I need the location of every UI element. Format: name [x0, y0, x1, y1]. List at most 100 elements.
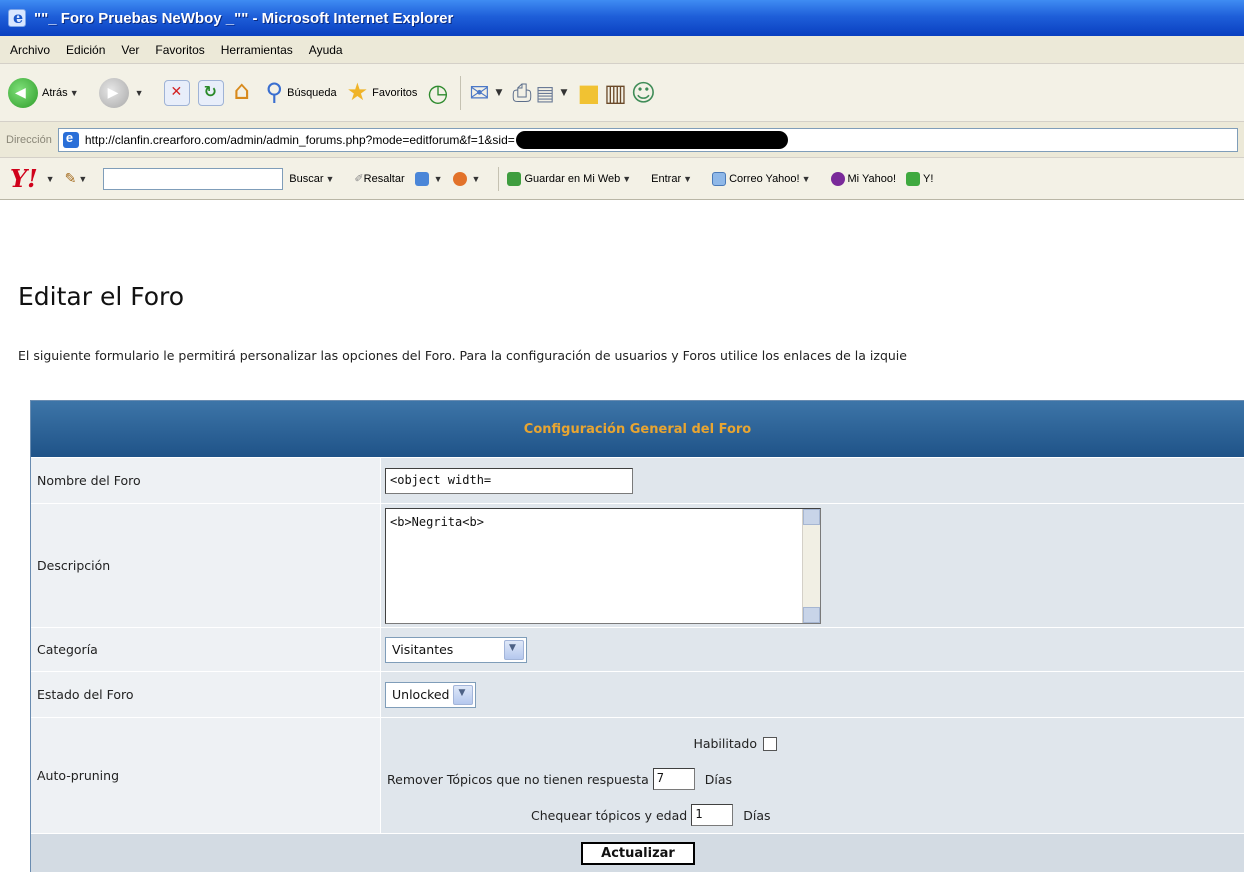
messenger-icon[interactable]: ☺ [631, 81, 656, 105]
pencil-dropdown-icon[interactable]: ▼ [78, 174, 87, 184]
mi-yahoo-label: Mi Yahoo! [847, 172, 897, 185]
yahoo-logo-icon[interactable]: Y! [10, 164, 38, 193]
scroll-down-icon[interactable] [803, 606, 820, 623]
guardar-label: Guardar en Mi Web [524, 172, 621, 185]
forum-name-label: Nombre del Foro [31, 458, 381, 503]
mail-envelope-icon [712, 171, 727, 186]
correo-dropdown-icon[interactable]: ▼ [802, 174, 811, 184]
search-label: Búsqueda [287, 86, 337, 99]
yahoo-search-input[interactable] [103, 167, 284, 190]
status-value: Unlocked [392, 687, 450, 702]
address-url: http://clanfin.crearforo.com/admin/admin… [84, 132, 515, 147]
address-bar: Dirección http://clanfin.crearforo.com/a… [0, 122, 1244, 158]
entrar-label: Entrar [651, 172, 682, 185]
favorites-label: Favoritos [372, 86, 418, 99]
prune-enabled-checkbox[interactable] [763, 736, 777, 751]
prune-enabled-line: Habilitado [693, 736, 777, 751]
page-content: Editar el Foro El siguiente formulario l… [0, 200, 1244, 872]
yahoo-app-icon [906, 171, 921, 186]
prune-remove-input[interactable]: 7 [652, 768, 695, 790]
back-label: Atrás [42, 86, 68, 99]
edit-icon[interactable]: ▤ [536, 83, 555, 103]
forum-name-input[interactable]: <object width= [385, 467, 633, 494]
guardar-dropdown-icon[interactable]: ▼ [622, 174, 631, 184]
description-scrollbar[interactable] [802, 508, 820, 623]
antispy-dropdown-icon[interactable]: ▼ [472, 174, 481, 184]
back-dropdown-icon[interactable]: ▼ [70, 88, 79, 98]
prune-remove-line: Remover Tópicos que no tienen respuesta … [387, 768, 732, 790]
auto-pruning-label: Auto-pruning [31, 718, 381, 833]
search-button[interactable]: ⚲ Búsqueda [266, 80, 337, 105]
forward-button[interactable]: ▼ [98, 77, 154, 108]
menu-ayuda[interactable]: Ayuda [309, 43, 343, 57]
refresh-icon[interactable] [197, 79, 224, 106]
yahoo-more-button[interactable]: Y! [906, 171, 934, 186]
actualizar-button[interactable]: Actualizar [581, 842, 695, 865]
menu-favoritos[interactable]: Favoritos [155, 43, 204, 57]
stop-icon[interactable] [163, 79, 190, 106]
prune-check-label: Chequear tópicos y edad [531, 807, 688, 823]
highlight-pen-icon: ✐ [354, 173, 364, 185]
yahoo-separator [498, 166, 500, 191]
research-icon[interactable]: ▥ [604, 81, 627, 105]
yahoo-resaltar-button[interactable]: ✐ Resaltar [354, 172, 405, 186]
edit-dropdown-icon[interactable]: ▼ [561, 88, 568, 98]
yahoo-toolbar: Y! ▼ ✎ ▼ Buscar ▼ ✐ Resaltar ▼ ▼ Guardar … [0, 158, 1244, 200]
yahoo-trailing-label: Y! [923, 172, 934, 185]
menu-herramientas[interactable]: Herramientas [221, 43, 293, 57]
discuss-icon[interactable]: ■ [577, 81, 600, 105]
status-cell: Unlocked [381, 672, 1244, 717]
resaltar-label: Resaltar [363, 172, 405, 185]
category-value: Visitantes [392, 642, 454, 657]
category-label: Categoría [31, 628, 381, 671]
chevron-down-icon[interactable] [453, 684, 474, 705]
address-input[interactable]: http://clanfin.crearforo.com/admin/admin… [57, 127, 1238, 152]
window-title: ""_ Foro Pruebas NeWboy _"" - Microsoft … [34, 9, 454, 27]
scroll-up-icon[interactable] [803, 508, 820, 525]
entrar-dropdown-icon[interactable]: ▼ [683, 174, 692, 184]
yahoo-entrar-button[interactable]: Entrar ▼ [651, 173, 702, 185]
auto-pruning-options: Habilitado Remover Tópicos que no tienen… [381, 718, 1244, 833]
yahoo-menu-dropdown-icon[interactable]: ▼ [46, 174, 55, 184]
redacted-sid [515, 130, 788, 149]
mail-dropdown-icon[interactable]: ▼ [495, 88, 502, 98]
yahoo-buscar-button[interactable]: Buscar ▼ [289, 173, 344, 185]
favorites-button[interactable]: ★ Favoritos [347, 80, 418, 105]
prune-check-line: Chequear tópicos y edad 1 Días [531, 804, 771, 826]
yahoo-correo-button[interactable]: Correo Yahoo! ▼ [712, 171, 820, 186]
menu-archivo[interactable]: Archivo [10, 43, 50, 57]
description-label: Descripción [31, 504, 381, 627]
page-description: El siguiente formulario le permitirá per… [18, 348, 907, 363]
yahoo-mi-yahoo-button[interactable]: Mi Yahoo! [830, 171, 897, 186]
save-web-icon [507, 171, 522, 186]
forum-config-form: Configuración General del Foro Nombre de… [30, 400, 1244, 872]
print-icon[interactable]: ⎙ [512, 81, 531, 105]
chevron-down-icon[interactable] [504, 639, 524, 660]
menu-edicion[interactable]: Edición [66, 43, 105, 57]
window-titlebar[interactable]: ""_ Foro Pruebas NeWboy _"" - Microsoft … [0, 0, 1244, 36]
back-button[interactable]: Atrás ▼ [8, 77, 89, 108]
menu-ver[interactable]: Ver [121, 43, 139, 57]
category-select[interactable]: Visitantes [385, 636, 527, 663]
buscar-dropdown-icon[interactable]: ▼ [326, 174, 335, 184]
row-status: Estado del Foro Unlocked [31, 671, 1244, 717]
status-select[interactable]: Unlocked [385, 681, 477, 708]
form-header: Configuración General del Foro [31, 401, 1244, 457]
mail-icon[interactable]: ✉ [469, 81, 489, 105]
prune-check-input[interactable]: 1 [691, 804, 734, 826]
home-icon[interactable] [232, 76, 258, 106]
description-text: <b>Negrita<b> [390, 514, 484, 529]
forum-name-cell: <object width= [381, 458, 1244, 503]
standard-toolbar: Atrás ▼ ▼ ⚲ Búsqueda ★ Favoritos ◷ ✉ ▼ ⎙… [0, 64, 1244, 122]
prune-remove-unit: Días [704, 771, 733, 787]
description-textarea[interactable]: <b>Negrita<b> [385, 507, 821, 624]
row-description: Descripción <b>Negrita<b> [31, 503, 1244, 627]
antispy-icon[interactable] [452, 171, 467, 186]
window-icon[interactable] [414, 171, 429, 186]
history-icon[interactable]: ◷ [427, 81, 448, 105]
pencil-icon[interactable]: ✎ [65, 170, 77, 187]
forward-dropdown-icon[interactable]: ▼ [135, 88, 144, 98]
yahoo-guardar-button[interactable]: Guardar en Mi Web ▼ [507, 171, 641, 186]
window-dropdown-icon[interactable]: ▼ [434, 174, 443, 184]
page-favicon-icon [62, 130, 79, 148]
